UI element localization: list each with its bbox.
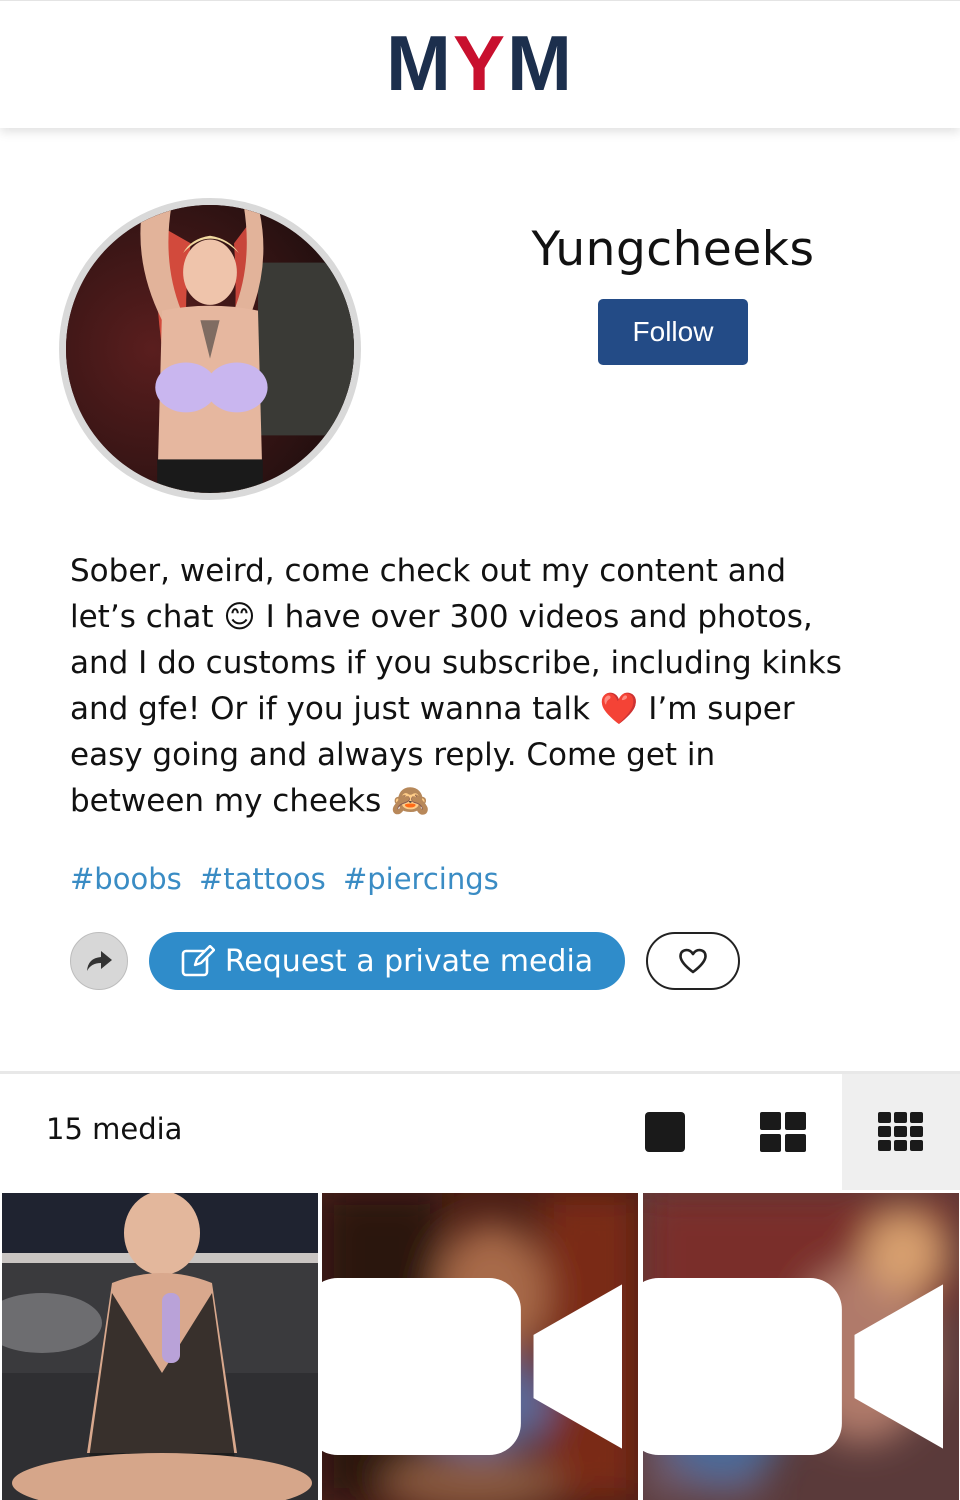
bio-line: and gfe! Or if you just wanna talk ❤️ I’… — [70, 691, 795, 727]
hashtag-boobs[interactable]: #boobs — [70, 862, 182, 896]
top-header: MYM — [0, 0, 960, 128]
bio-line: Sober, weird, come check out my content … — [70, 553, 787, 589]
media-tile-video[interactable] — [643, 1193, 959, 1500]
three-column-view-button[interactable] — [842, 1074, 960, 1190]
two-column-view-icon — [760, 1112, 806, 1152]
edit-icon — [181, 945, 215, 977]
two-column-view-button[interactable] — [724, 1074, 842, 1190]
bio-line: and I do customs if you subscribe, inclu… — [70, 645, 842, 681]
logo-letter-m2: M — [507, 19, 574, 107]
hashtag-piercings[interactable]: #piercings — [343, 862, 499, 896]
media-count: 15 media — [46, 1112, 183, 1146]
bio-line: between my cheeks 🙈 — [70, 783, 430, 819]
bio-line: let’s chat 😊 I have over 300 videos and … — [70, 599, 813, 635]
media-tile-photo[interactable] — [2, 1193, 318, 1500]
bio-text: Sober, weird, come check out my content … — [70, 548, 891, 824]
request-private-media-button[interactable]: Request a private media — [149, 932, 625, 990]
video-camera-icon — [643, 1278, 943, 1455]
media-thumbnail — [2, 1193, 318, 1500]
share-button[interactable] — [70, 932, 128, 990]
username: Yungcheeks — [531, 222, 815, 277]
single-view-button[interactable] — [606, 1074, 724, 1190]
three-column-view-icon — [878, 1112, 923, 1151]
request-label: Request a private media — [224, 943, 594, 979]
follow-button[interactable]: Follow — [598, 299, 748, 365]
heart-outline-icon — [679, 948, 707, 974]
media-tile-video[interactable] — [322, 1193, 638, 1500]
favorite-button[interactable] — [646, 932, 740, 990]
logo-letter-m1: M — [386, 19, 453, 107]
hashtags: #boobs #tattoos #piercings — [70, 862, 507, 896]
video-camera-icon — [322, 1278, 622, 1455]
share-arrow-icon — [87, 951, 112, 971]
avatar[interactable] — [59, 198, 361, 500]
avatar-image — [66, 205, 354, 493]
hashtag-tattoos[interactable]: #tattoos — [199, 862, 326, 896]
mym-logo[interactable]: MYM — [0, 23, 960, 103]
bio-line: easy going and always reply. Come get in — [70, 737, 716, 773]
single-view-icon — [645, 1112, 685, 1152]
logo-letter-y: Y — [452, 19, 508, 107]
